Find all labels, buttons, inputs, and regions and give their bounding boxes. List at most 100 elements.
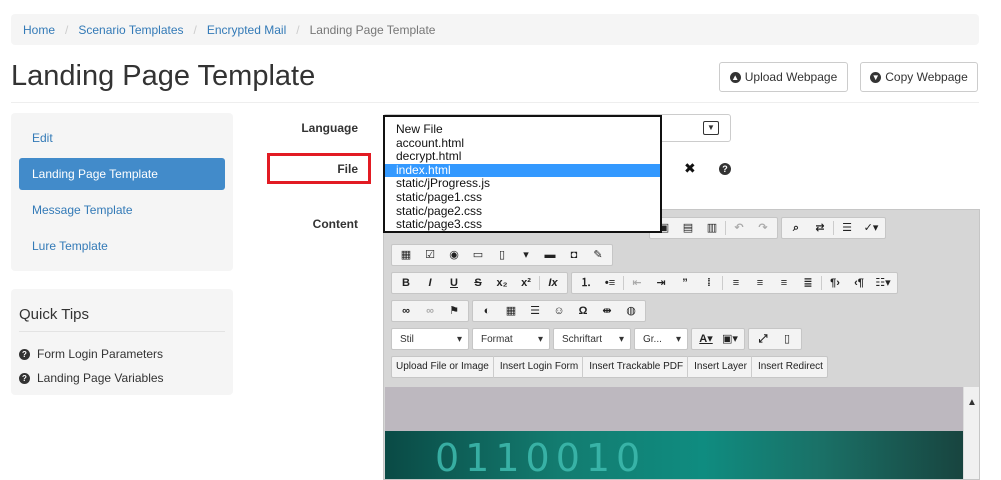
file-option-index-html[interactable]: index.html bbox=[385, 163, 660, 178]
content-editor: ▣ ▤ ▥ ↶ ↷ ⌕ ⇄ ☰ ✓▾ ▦ ☑ ◉ ▭ ▯ ▾ ▬ ◘ ✎ B I… bbox=[383, 209, 980, 480]
form-elements-group: ▦ ☑ ◉ ▭ ▯ ▾ ▬ ◘ ✎ bbox=[391, 244, 613, 266]
sidebar-item-lure-template[interactable]: Lure Template bbox=[19, 230, 225, 262]
font-size-combo[interactable]: Gr... ▾ bbox=[634, 328, 688, 350]
file-option-page2-css[interactable]: static/page2.css bbox=[385, 204, 660, 219]
insert-redirect-button[interactable]: Insert Redirect bbox=[754, 356, 827, 378]
redo-icon[interactable]: ↷ bbox=[752, 219, 774, 237]
div-icon[interactable]: ⁞ bbox=[698, 274, 720, 292]
links-group: ∞ ∞ ⚑ bbox=[391, 300, 469, 322]
find-icon[interactable]: ⌕ bbox=[785, 219, 807, 237]
file-help-icon[interactable]: ? bbox=[719, 161, 731, 175]
insert-login-form-button[interactable]: Insert Login Form bbox=[496, 356, 584, 378]
font-combo[interactable]: Schriftart ▾ bbox=[553, 328, 631, 350]
justify-icon[interactable]: ≣ bbox=[797, 274, 819, 292]
editor-scrollbar[interactable]: ▲ bbox=[963, 387, 979, 479]
iframe-icon[interactable]: ◍ bbox=[620, 302, 642, 320]
show-blocks-icon[interactable]: ▯ bbox=[776, 330, 798, 348]
toolbar-separator bbox=[722, 276, 723, 290]
horizontal-line-icon[interactable]: ☰ bbox=[524, 302, 546, 320]
upload-circle-icon: ▲ bbox=[729, 71, 741, 83]
style-combo[interactable]: Stil ▾ bbox=[391, 328, 469, 350]
replace-icon[interactable]: ⇄ bbox=[809, 219, 831, 237]
page-title: Landing Page Template bbox=[11, 60, 316, 92]
file-option-decrypt-html[interactable]: decrypt.html bbox=[385, 150, 660, 164]
insert-group: ◐ ▦ ☰ ☺ Ω ⇹ ◍ bbox=[472, 300, 646, 322]
bg-color-icon[interactable]: ▣▾ bbox=[719, 330, 741, 348]
outdent-icon[interactable]: ⇤ bbox=[626, 274, 648, 292]
spellcheck-icon[interactable]: ✓▾ bbox=[860, 219, 882, 237]
textarea-icon[interactable]: ▯ bbox=[491, 246, 513, 264]
file-option-page1-css[interactable]: static/page1.css bbox=[385, 190, 660, 205]
language-icon[interactable]: ☷▾ bbox=[872, 274, 894, 292]
special-char-icon[interactable]: Ω bbox=[572, 302, 594, 320]
ltr-icon[interactable]: ¶› bbox=[824, 274, 846, 292]
paste-word-icon[interactable]: ▥ bbox=[701, 219, 723, 237]
rtl-icon[interactable]: ‹¶ bbox=[848, 274, 870, 292]
chevron-up-icon[interactable]: ▲ bbox=[967, 397, 977, 408]
copy-webpage-button[interactable]: ▼ Copy Webpage bbox=[860, 62, 978, 92]
smiley-icon[interactable]: ☺ bbox=[548, 302, 570, 320]
basic-styles-group: B I U S x₂ x² Ix bbox=[391, 272, 568, 294]
maximize-icon[interactable]: ⤢ bbox=[752, 330, 774, 348]
tip-landing-page-variables[interactable]: ? Landing Page Variables bbox=[19, 371, 164, 385]
align-left-icon[interactable]: ≡ bbox=[725, 274, 747, 292]
sidebar-item-edit[interactable]: Edit bbox=[19, 122, 225, 154]
chevron-down-icon[interactable]: ▼ bbox=[703, 121, 719, 135]
sidebar-item-message-template[interactable]: Message Template bbox=[19, 194, 225, 226]
remove-format-icon[interactable]: Ix bbox=[542, 274, 564, 292]
select-all-icon[interactable]: ☰ bbox=[836, 219, 858, 237]
text-color-icon[interactable]: A▾ bbox=[695, 330, 717, 348]
upload-webpage-button[interactable]: ▲ Upload Webpage bbox=[719, 62, 848, 92]
underline-icon[interactable]: U bbox=[443, 274, 465, 292]
chevron-down-icon: ▾ bbox=[537, 333, 543, 345]
insert-layer-button[interactable]: Insert Layer bbox=[690, 356, 752, 378]
file-option-account-html[interactable]: account.html bbox=[385, 136, 660, 151]
format-combo[interactable]: Format ▾ bbox=[472, 328, 550, 350]
image-button-icon[interactable]: ◘ bbox=[563, 246, 585, 264]
clear-file-icon[interactable]: ✖ bbox=[684, 160, 696, 177]
editor-content-area[interactable]: 0110010 bbox=[385, 387, 964, 479]
select-field-icon[interactable]: ▾ bbox=[515, 246, 537, 264]
page-break-icon[interactable]: ⇹ bbox=[596, 302, 618, 320]
button-icon[interactable]: ▬ bbox=[539, 246, 561, 264]
checkbox-icon[interactable]: ☑ bbox=[419, 246, 441, 264]
hidden-field-icon[interactable]: ✎ bbox=[587, 246, 609, 264]
sidebar-item-landing-page-template[interactable]: Landing Page Template bbox=[19, 158, 225, 190]
file-dropdown-list[interactable]: New File account.html decrypt.html index… bbox=[383, 115, 662, 233]
numbered-list-icon[interactable]: ⒈ bbox=[575, 274, 597, 292]
italic-icon[interactable]: I bbox=[419, 274, 441, 292]
textfield-icon[interactable]: ▭ bbox=[467, 246, 489, 264]
breadcrumb-home[interactable]: Home bbox=[23, 23, 55, 37]
blockquote-icon[interactable]: ” bbox=[674, 274, 696, 292]
paste-text-icon[interactable]: ▤ bbox=[677, 219, 699, 237]
tools-group: ⤢ ▯ bbox=[748, 328, 802, 350]
radio-icon[interactable]: ◉ bbox=[443, 246, 465, 264]
align-center-icon[interactable]: ≡ bbox=[749, 274, 771, 292]
tip-form-login-parameters[interactable]: ? Form Login Parameters bbox=[19, 347, 163, 361]
tip-label: Form Login Parameters bbox=[37, 347, 164, 361]
flash-icon[interactable]: ◐ bbox=[476, 302, 498, 320]
bold-icon[interactable]: B bbox=[395, 274, 417, 292]
tip-label: Landing Page Variables bbox=[37, 371, 164, 385]
breadcrumb-current: Landing Page Template bbox=[309, 22, 436, 37]
strike-icon[interactable]: S bbox=[467, 274, 489, 292]
bullet-list-icon[interactable]: •≡ bbox=[599, 274, 621, 292]
file-option-new-file[interactable]: New File bbox=[385, 122, 660, 137]
form-icon[interactable]: ▦ bbox=[395, 246, 417, 264]
superscript-icon[interactable]: x² bbox=[515, 274, 537, 292]
breadcrumb-scenario-templates[interactable]: Scenario Templates bbox=[78, 23, 183, 37]
align-right-icon[interactable]: ≡ bbox=[773, 274, 795, 292]
file-option-page3-css[interactable]: static/page3.css bbox=[385, 218, 660, 232]
upload-file-image-button[interactable]: Upload File or Image bbox=[392, 356, 494, 378]
subscript-icon[interactable]: x₂ bbox=[491, 274, 513, 292]
anchor-icon[interactable]: ⚑ bbox=[443, 302, 465, 320]
undo-icon[interactable]: ↶ bbox=[728, 219, 750, 237]
unlink-icon[interactable]: ∞ bbox=[419, 302, 441, 320]
breadcrumb-encrypted-mail[interactable]: Encrypted Mail bbox=[207, 23, 286, 37]
language-label: Language bbox=[301, 121, 358, 135]
file-option-jprogress-js[interactable]: static/jProgress.js bbox=[385, 177, 660, 191]
link-icon[interactable]: ∞ bbox=[395, 302, 417, 320]
table-icon[interactable]: ▦ bbox=[500, 302, 522, 320]
indent-icon[interactable]: ⇥ bbox=[650, 274, 672, 292]
insert-trackable-pdf-button[interactable]: Insert Trackable PDF bbox=[585, 356, 689, 378]
